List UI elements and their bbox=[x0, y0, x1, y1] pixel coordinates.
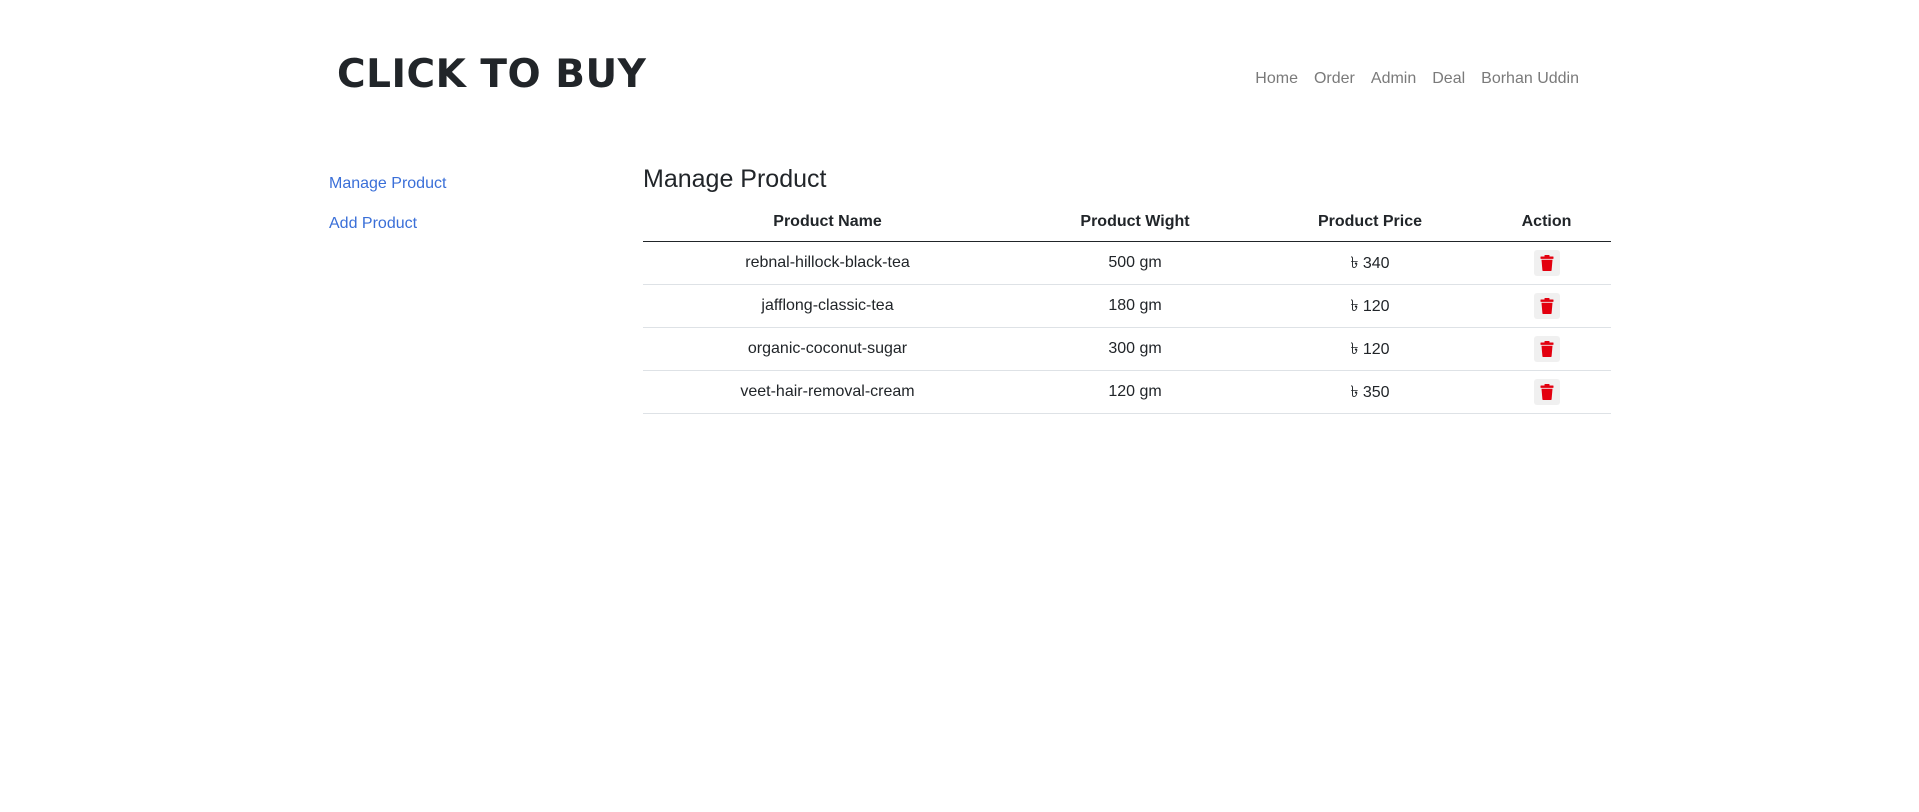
table-row: jafflong-classic-tea 180 gm ৳ 120 bbox=[643, 284, 1611, 328]
brand-logo[interactable]: CLICK TO BUY bbox=[337, 52, 646, 97]
nav-admin[interactable]: Admin bbox=[1371, 70, 1416, 88]
action-cell bbox=[1482, 370, 1611, 414]
sidebar: Manage Product Add Product bbox=[329, 172, 579, 252]
main-content: Manage Product Product Name Product Wigh… bbox=[643, 163, 1611, 414]
column-header-product-weight: Product Wight bbox=[1012, 203, 1258, 242]
table-row: veet-hair-removal-cream 120 gm ৳ 350 bbox=[643, 370, 1611, 414]
page-title: Manage Product bbox=[643, 165, 827, 193]
product-name-cell: jafflong-classic-tea bbox=[643, 284, 1012, 328]
product-weight-cell: 180 gm bbox=[1012, 284, 1258, 328]
product-name-cell: organic-coconut-sugar bbox=[643, 327, 1012, 371]
sidebar-item-add-product[interactable]: Add Product bbox=[329, 212, 579, 252]
nav-home[interactable]: Home bbox=[1255, 70, 1298, 88]
trash-icon bbox=[1540, 298, 1553, 314]
action-cell bbox=[1482, 327, 1611, 371]
delete-button[interactable] bbox=[1533, 250, 1560, 276]
nav-order[interactable]: Order bbox=[1314, 70, 1355, 88]
delete-button[interactable] bbox=[1533, 336, 1560, 362]
page: CLICK TO BUY Home Order Admin Deal Borha… bbox=[0, 0, 1919, 812]
table-row: rebnal-hillock-black-tea 500 gm ৳ 340 bbox=[643, 241, 1611, 285]
product-weight-cell: 500 gm bbox=[1012, 241, 1258, 285]
delete-button[interactable] bbox=[1533, 379, 1560, 405]
column-header-product-name: Product Name bbox=[643, 203, 1012, 242]
delete-button[interactable] bbox=[1533, 293, 1560, 319]
product-name-cell: veet-hair-removal-cream bbox=[643, 370, 1012, 414]
product-weight-cell: 120 gm bbox=[1012, 370, 1258, 414]
product-price-cell: ৳ 120 bbox=[1258, 327, 1482, 371]
column-header-action: Action bbox=[1482, 203, 1611, 242]
table-header-row: Product Name Product Wight Product Price… bbox=[643, 203, 1611, 242]
column-header-product-price: Product Price bbox=[1258, 203, 1482, 242]
nav-deal[interactable]: Deal bbox=[1432, 70, 1465, 88]
product-price-cell: ৳ 340 bbox=[1258, 241, 1482, 285]
product-price-cell: ৳ 350 bbox=[1258, 370, 1482, 414]
product-name-cell: rebnal-hillock-black-tea bbox=[643, 241, 1012, 285]
trash-icon bbox=[1540, 384, 1553, 400]
trash-icon bbox=[1540, 255, 1553, 271]
table-row: organic-coconut-sugar 300 gm ৳ 120 bbox=[643, 327, 1611, 371]
product-weight-cell: 300 gm bbox=[1012, 327, 1258, 371]
sidebar-item-manage-product[interactable]: Manage Product bbox=[329, 172, 579, 212]
product-table: Product Name Product Wight Product Price… bbox=[643, 203, 1611, 414]
action-cell bbox=[1482, 241, 1611, 285]
trash-icon bbox=[1540, 341, 1553, 357]
top-nav: Home Order Admin Deal Borhan Uddin bbox=[1255, 70, 1579, 88]
nav-user[interactable]: Borhan Uddin bbox=[1481, 70, 1579, 88]
product-price-cell: ৳ 120 bbox=[1258, 284, 1482, 328]
action-cell bbox=[1482, 284, 1611, 328]
